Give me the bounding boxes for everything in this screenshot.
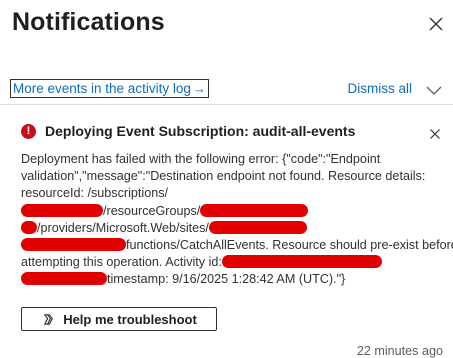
message-line: attempting this operation. Activity id: [21,254,441,271]
error-icon: ! [21,124,36,139]
arrow-right-icon: → [192,81,206,96]
dismiss-all-button[interactable]: Dismiss all [347,81,412,96]
notification-card: ! Deploying Event Subscription: audit-al… [0,110,453,358]
activity-log-link-label: More events in the activity log [13,81,191,96]
page-title: Notifications [12,8,165,36]
message-line: /providers/Microsoft.Web/sites/ [21,220,441,237]
redaction-mark [21,203,103,217]
redaction-mark [200,203,309,217]
message-line: functions/CatchAllEvents. Resource shoul… [21,237,453,254]
message-text: /resourceGroups/ [103,203,201,218]
redaction-mark [21,238,126,252]
redaction-mark [21,272,107,286]
redaction-mark [208,220,307,234]
message-line: /resourceGroups/ [21,203,441,220]
message-line: timestamp: 9/16/2025 1:28:42 AM (UTC)."} [21,271,441,288]
message-text: attempting this operation. Activity id: [21,255,222,270]
activity-log-link[interactable]: More events in the activity log → [10,79,209,98]
chevron-down-icon[interactable] [426,83,442,95]
redaction-mark [21,220,37,234]
message-text: /providers/Microsoft.Web/sites/ [37,220,209,235]
message-text: functions/CatchAllEvents. Resource shoul… [126,238,453,253]
redaction-mark [221,255,382,269]
close-icon[interactable] [429,17,443,31]
notifications-toolbar: More events in the activity log → Dismiss… [0,78,453,105]
message-text: timestamp: 9/16/2025 1:28:42 AM (UTC)."} [107,272,346,287]
message-line: validation","message":"Destination endpo… [21,169,426,184]
message-line: Deployment has failed with the following… [21,152,381,166]
dismiss-notification-icon[interactable] [430,126,440,139]
notification-message: Deployment has failed with the following… [21,151,453,289]
message-line: resourceId: /subscriptions/ [21,186,168,201]
copilot-icon [44,313,53,325]
help-me-troubleshoot-button[interactable]: Help me troubleshoot [21,307,217,331]
help-button-label: Help me troubleshoot [63,311,197,327]
notification-timestamp: 22 minutes ago [356,344,443,358]
notification-title: Deploying Event Subscription: audit-all-… [45,123,356,139]
